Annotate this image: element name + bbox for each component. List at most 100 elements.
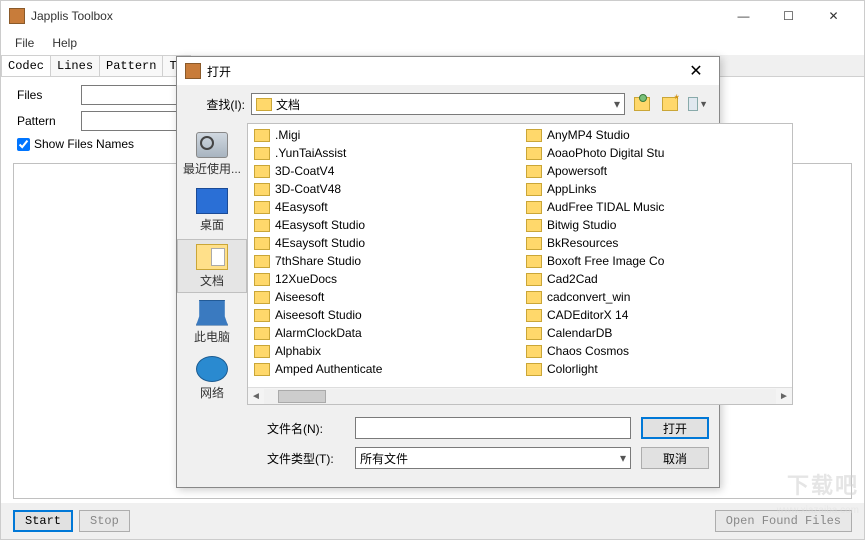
folder-icon — [254, 363, 270, 376]
folder-icon — [526, 147, 542, 160]
item-label: Apowersoft — [547, 164, 607, 178]
item-label: Boxoft Free Image Co — [547, 254, 664, 268]
chevron-down-icon: ▾ — [620, 451, 626, 465]
list-item[interactable]: Cad2Cad — [524, 270, 788, 288]
item-label: 12XueDocs — [275, 272, 337, 286]
chevron-down-icon: ▾ — [614, 97, 620, 111]
place-label: 最近使用... — [183, 160, 241, 177]
list-item[interactable]: Colorlight — [524, 360, 788, 378]
folder-icon — [526, 273, 542, 286]
view-menu-button[interactable]: ▼ — [687, 93, 709, 115]
place-desktop[interactable]: 桌面 — [177, 183, 247, 237]
list-item[interactable]: AnyMP4 Studio — [524, 126, 788, 144]
folder-icon — [254, 237, 270, 250]
open-dialog: 打开 ✕ 查找(I): 文档 ▾ ▼ 最近使用... 桌面 文档 — [176, 56, 720, 488]
lookin-combo[interactable]: 文档 ▾ — [251, 93, 625, 115]
item-label: Amped Authenticate — [275, 362, 382, 376]
show-files-checkbox[interactable] — [17, 138, 30, 151]
place-documents[interactable]: 文档 — [177, 239, 247, 293]
item-label: AlarmClockData — [275, 326, 362, 340]
close-button[interactable]: ✕ — [811, 2, 856, 30]
filetype-label: 文件类型(T): — [267, 450, 345, 467]
item-label: AoaoPhoto Digital Stu — [547, 146, 664, 160]
item-label: .Migi — [275, 128, 300, 142]
folder-icon — [254, 147, 270, 160]
maximize-button[interactable]: ☐ — [766, 2, 811, 30]
app-icon — [9, 8, 25, 24]
scroll-right-icon[interactable]: ► — [776, 389, 792, 404]
list-item[interactable]: Chaos Cosmos — [524, 342, 788, 360]
list-item[interactable]: Apowersoft — [524, 162, 788, 180]
list-item[interactable]: AlarmClockData — [252, 324, 516, 342]
place-label: 桌面 — [200, 216, 224, 233]
list-item[interactable]: 4Easysoft — [252, 198, 516, 216]
list-item[interactable]: Aiseesoft Studio — [252, 306, 516, 324]
list-item[interactable]: 4Esaysoft Studio — [252, 234, 516, 252]
list-item[interactable]: 3D-CoatV48 — [252, 180, 516, 198]
list-item[interactable]: AppLinks — [524, 180, 788, 198]
places-bar: 最近使用... 桌面 文档 此电脑 网络 — [177, 123, 247, 411]
pc-icon — [196, 300, 228, 326]
folder-icon — [254, 255, 270, 268]
tab-pattern[interactable]: Pattern — [99, 55, 163, 76]
scroll-thumb[interactable] — [278, 390, 326, 403]
place-this-pc[interactable]: 此电脑 — [177, 295, 247, 349]
list-item[interactable]: CADEditorX 14 — [524, 306, 788, 324]
filetype-combo[interactable]: 所有文件 ▾ — [355, 447, 631, 469]
minimize-button[interactable]: — — [721, 2, 766, 30]
tab-lines[interactable]: Lines — [50, 55, 100, 76]
new-folder-button[interactable] — [659, 93, 681, 115]
horizontal-scrollbar[interactable]: ◄ ► — [248, 387, 792, 404]
list-item[interactable]: cadconvert_win — [524, 288, 788, 306]
documents-icon — [196, 244, 228, 270]
folder-icon — [254, 291, 270, 304]
place-label: 网络 — [200, 384, 224, 401]
list-item[interactable]: Amped Authenticate — [252, 360, 516, 378]
cancel-button[interactable]: 取消 — [641, 447, 709, 469]
folder-icon — [254, 165, 270, 178]
menu-file[interactable]: File — [7, 33, 42, 53]
list-item[interactable]: AudFree TIDAL Music — [524, 198, 788, 216]
place-recent[interactable]: 最近使用... — [177, 127, 247, 181]
folder-icon — [526, 327, 542, 340]
list-item[interactable]: CalendarDB — [524, 324, 788, 342]
list-item[interactable]: Boxoft Free Image Co — [524, 252, 788, 270]
item-label: Aiseesoft Studio — [275, 308, 362, 322]
folder-icon — [254, 327, 270, 340]
scroll-left-icon[interactable]: ◄ — [248, 389, 264, 404]
dialog-close-button[interactable]: ✕ — [681, 59, 711, 83]
list-item[interactable]: 4Easysoft Studio — [252, 216, 516, 234]
list-item[interactable]: 12XueDocs — [252, 270, 516, 288]
list-item[interactable]: Bitwig Studio — [524, 216, 788, 234]
folder-icon — [254, 273, 270, 286]
place-label: 此电脑 — [194, 328, 230, 345]
recent-icon — [196, 132, 228, 158]
tab-codec[interactable]: Codec — [1, 55, 51, 76]
folder-icon — [254, 201, 270, 214]
place-network[interactable]: 网络 — [177, 351, 247, 405]
list-item[interactable]: .YunTaiAssist — [252, 144, 516, 162]
list-item[interactable]: .Migi — [252, 126, 516, 144]
list-item[interactable]: Aiseesoft — [252, 288, 516, 306]
desktop-icon — [196, 188, 228, 214]
up-one-level-button[interactable] — [631, 93, 653, 115]
folder-icon — [526, 363, 542, 376]
pattern-label: Pattern — [17, 114, 81, 128]
item-label: Colorlight — [547, 362, 598, 376]
item-label: 3D-CoatV4 — [275, 164, 334, 178]
menu-help[interactable]: Help — [44, 33, 85, 53]
filename-input[interactable] — [355, 417, 631, 439]
file-list[interactable]: .Migi.YunTaiAssist3D-CoatV43D-CoatV484Ea… — [247, 123, 793, 405]
start-button[interactable]: Start — [13, 510, 73, 532]
list-item[interactable]: BkResources — [524, 234, 788, 252]
list-item[interactable]: 7thShare Studio — [252, 252, 516, 270]
list-item[interactable]: AoaoPhoto Digital Stu — [524, 144, 788, 162]
files-label: Files — [17, 88, 81, 102]
filetype-value: 所有文件 — [360, 450, 408, 467]
item-label: 7thShare Studio — [275, 254, 361, 268]
stop-button[interactable]: Stop — [79, 510, 130, 532]
open-found-button[interactable]: Open Found Files — [715, 510, 852, 532]
open-button[interactable]: 打开 — [641, 417, 709, 439]
list-item[interactable]: Alphabix — [252, 342, 516, 360]
list-item[interactable]: 3D-CoatV4 — [252, 162, 516, 180]
